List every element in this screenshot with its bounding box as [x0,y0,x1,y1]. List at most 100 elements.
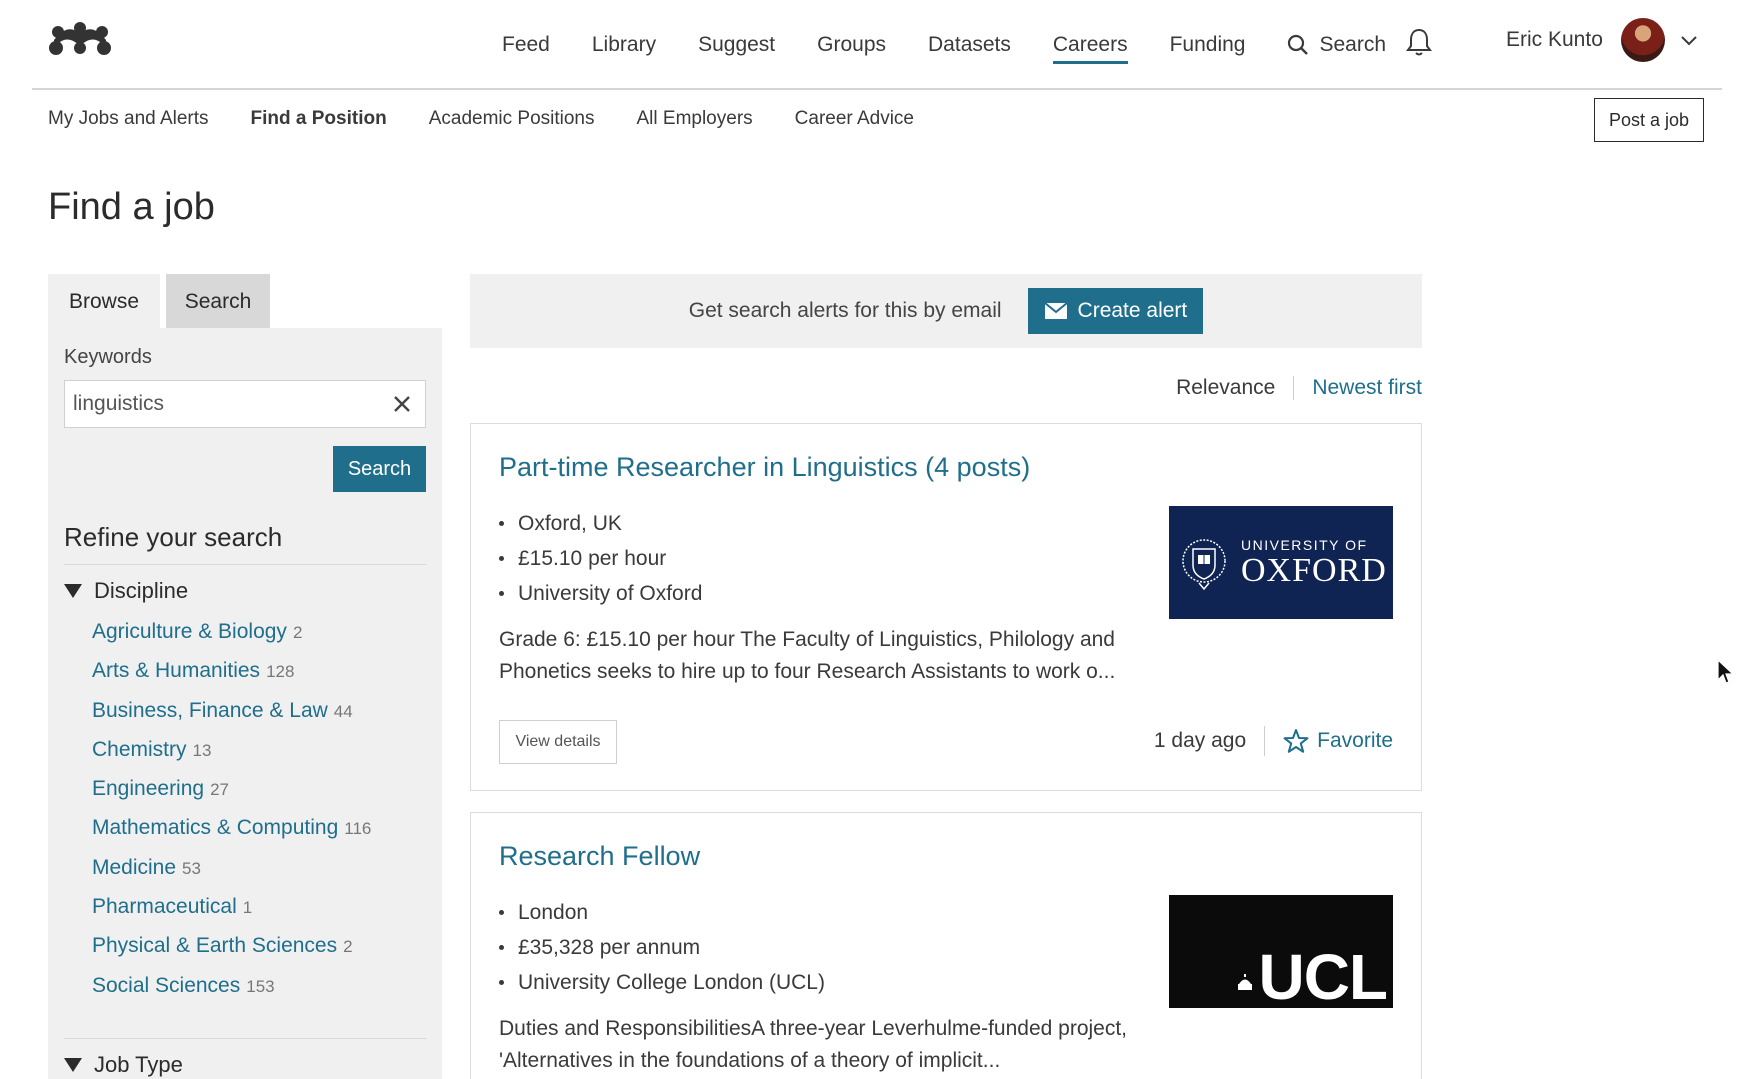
discipline-title: Discipline [94,578,189,603]
divider [64,1038,426,1039]
subnav-academic-positions[interactable]: Academic Positions [429,108,595,130]
subnav-my-jobs[interactable]: My Jobs and Alerts [48,108,209,130]
search-icon [1288,34,1309,55]
discipline-count: 2 [292,623,303,642]
job-description: Duties and ResponsibilitiesA three-year … [499,1017,1128,1072]
favorite-label: Favorite [1317,729,1393,752]
search-button[interactable]: Search [333,446,426,492]
page-title: Find a job [48,186,215,228]
view-details-button[interactable]: View details [499,720,617,764]
alert-text: Get search alerts for this by email [688,299,1002,322]
nav-library[interactable]: Library [592,0,656,90]
sidebar-tabs: Browse Search [48,274,270,330]
keywords-input[interactable]: linguistics [64,380,426,428]
triangle-down-icon [64,1058,82,1072]
job-employer: University College London (UCL) [499,965,825,1000]
chevron-down-icon[interactable] [1679,30,1699,50]
list-item[interactable]: Agriculture & Biology 2 [92,620,371,659]
tab-search[interactable]: Search [166,274,270,330]
envelope-icon [1043,302,1068,319]
sort-options: Relevance Newest first [1176,376,1422,400]
discipline-name[interactable]: Agriculture & Biology [92,620,287,644]
subnav-career-advice[interactable]: Career Advice [795,108,914,130]
list-item[interactable]: Arts & Humanities 128 [92,659,371,698]
sort-relevance[interactable]: Relevance [1176,376,1275,400]
user-menu[interactable]: Eric Kunto [1506,18,1699,62]
keywords-label: Keywords [64,346,152,368]
discipline-list: Agriculture & Biology 2 Arts & Humanities… [92,620,371,1013]
list-item[interactable]: Pharmaceutical 1 [92,895,371,934]
job-title-link[interactable]: Part-time Researcher in Linguistics (4 p… [499,452,1030,483]
discipline-name[interactable]: Social Sciences [92,974,240,998]
nav-search-label: Search [1319,33,1387,56]
job-location: Oxford, UK [499,506,702,541]
tab-browse[interactable]: Browse [48,274,160,330]
post-job-button[interactable]: Post a job [1594,98,1704,142]
favorite-button[interactable]: Favorite [1283,728,1393,754]
nav-careers[interactable]: Careers [1052,0,1128,90]
nav-groups[interactable]: Groups [817,0,886,90]
job-salary: £35,328 per annum [499,930,825,965]
university-of-oxford-logo[interactable]: UNIVERSITY OF OXFORD [1169,506,1393,619]
job-details: Oxford, UK £15.10 per hour University of… [499,506,702,611]
keywords-value: linguistics [73,392,165,415]
mendeley-logo-icon[interactable] [48,18,112,62]
nav-funding[interactable]: Funding [1170,0,1246,90]
nav-datasets[interactable]: Datasets [928,0,1011,90]
subnav-find-position[interactable]: Find a Position [251,108,387,130]
triangle-down-icon [64,584,82,598]
discipline-count: 2 [343,937,353,957]
discipline-name[interactable]: Engineering [92,777,204,801]
list-item[interactable]: Mathematics & Computing 116 [92,816,371,855]
job-title-link[interactable]: Research Fellow [499,841,700,872]
discipline-count: 53 [182,858,201,878]
list-item[interactable]: Chemistry 13 [92,738,371,777]
nav-search[interactable]: Search [1287,0,1386,90]
job-meta: 1 day ago Favorite [1154,726,1393,756]
list-item[interactable]: Physical & Earth Sciences 2 [92,934,371,973]
list-item[interactable]: Social Sciences 153 [92,974,371,1013]
job-type-toggle[interactable]: Job Type [64,1052,183,1078]
divider [1264,726,1266,756]
list-item[interactable]: Business, Finance & Law 44 [92,699,371,738]
ucl-dome-icon [1238,974,1253,990]
discipline-count: 116 [344,819,372,839]
job-description: Grade 6: £15.10 per hour The Faculty of … [499,628,1116,683]
job-card: Research Fellow London £35,328 per annum… [470,812,1422,1079]
main-nav: Feed Library Suggest Groups Datasets Car… [502,0,1428,90]
subnav-all-employers[interactable]: All Employers [637,108,753,130]
avatar[interactable] [1620,18,1665,62]
discipline-toggle[interactable]: Discipline [64,578,188,604]
bell-icon[interactable] [1404,26,1434,58]
discipline-name[interactable]: Pharmaceutical [92,895,237,919]
discipline-name[interactable]: Medicine [92,856,176,880]
nav-feed[interactable]: Feed [502,0,550,90]
close-icon[interactable] [391,393,413,415]
sidebar: Keywords linguistics Search Refine your … [48,328,442,1079]
list-item[interactable]: Medicine 53 [92,856,371,895]
create-alert-label: Create alert [1077,299,1188,322]
discipline-count: 44 [333,701,353,721]
oxford-logo-line2: OXFORD [1241,551,1387,589]
oxford-wordmark: UNIVERSITY OF OXFORD [1241,537,1387,589]
star-icon [1283,729,1309,753]
discipline-name[interactable]: Chemistry [92,738,187,762]
discipline-name[interactable]: Mathematics & Computing [92,816,338,840]
discipline-name[interactable]: Business, Finance & Law [92,699,328,723]
discipline-count: 13 [192,740,212,760]
top-navigation-bar: Feed Library Suggest Groups Datasets Car… [32,0,1722,90]
discipline-name[interactable]: Arts & Humanities [92,659,260,683]
nav-suggest[interactable]: Suggest [698,0,775,90]
ucl-logo[interactable]: UCL [1169,895,1393,1009]
refine-title: Refine your search [64,522,283,552]
mouse-cursor-icon [1717,658,1735,684]
list-item[interactable]: Engineering 27 [92,777,371,816]
job-type-title: Job Type [94,1052,183,1077]
job-card: Part-time Researcher in Linguistics (4 p… [470,423,1422,791]
sort-newest[interactable]: Newest first [1312,376,1422,400]
oxford-crest-icon [1182,538,1226,590]
divider [64,564,426,565]
create-alert-button[interactable]: Create alert [1027,288,1204,334]
discipline-name[interactable]: Physical & Earth Sciences [92,934,337,958]
oxford-logo-line1: UNIVERSITY OF [1241,536,1368,553]
